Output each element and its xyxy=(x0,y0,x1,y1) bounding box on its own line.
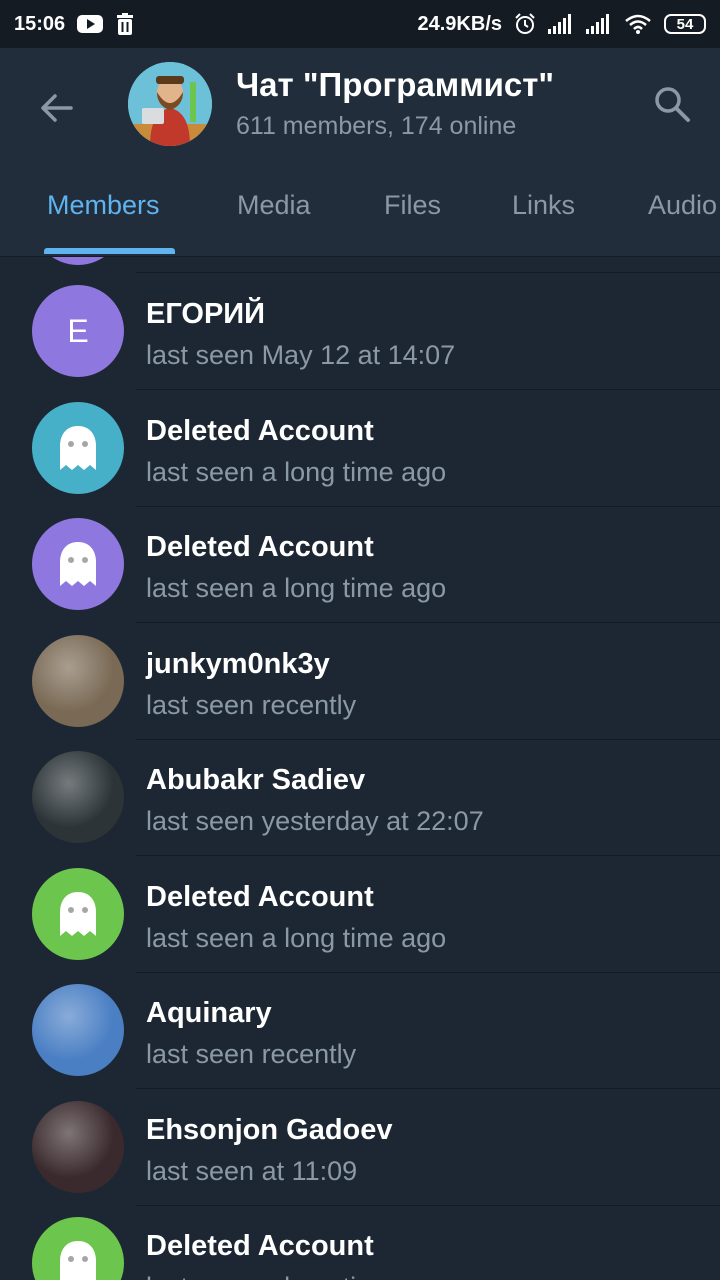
tab-audio[interactable]: Audio xyxy=(648,190,717,221)
search-button[interactable] xyxy=(648,80,696,128)
avatar xyxy=(32,1100,124,1193)
member-name: junkym0nk3y xyxy=(146,647,330,680)
member-name: Ehsonjon Gadoev xyxy=(146,1113,393,1146)
member-name: Deleted Account xyxy=(146,1230,374,1262)
tab-bar: Members Media Files Links Audio xyxy=(0,174,720,256)
tab-links[interactable]: Links xyxy=(512,190,575,221)
member-last-seen: last seen May 12 at 14:07 xyxy=(146,340,456,370)
member-last-seen: last seen a long time ago xyxy=(146,922,447,953)
tab-files[interactable]: Files xyxy=(384,190,441,221)
search-icon xyxy=(655,87,690,122)
avatar xyxy=(32,518,124,610)
list-item[interactable]: Deleted Account last seen a long time ago xyxy=(0,1205,720,1280)
ghost-icon xyxy=(60,891,96,936)
arrow-left-icon xyxy=(41,94,73,122)
list-item[interactable]: Deleted Account last seen a long time ago xyxy=(0,506,720,622)
list-item[interactable]: E ЕГОРИЙ last seen May 12 at 14:07 xyxy=(0,273,720,389)
list-item[interactable]: Aquinary last seen recently xyxy=(0,972,720,1088)
member-list[interactable]: E ЕГОРИЙ last seen May 12 at 14:07 Deleted … xyxy=(0,257,720,1280)
avatar xyxy=(32,984,124,1076)
member-last-seen: last seen recently xyxy=(146,689,357,720)
network-speed: 24.9KB/s xyxy=(417,12,503,35)
member-last-seen: last seen recently xyxy=(146,1039,357,1069)
battery-indicator: 54 xyxy=(664,14,706,34)
member-name: Abubakr Sadiev xyxy=(146,764,366,796)
status-bar: 15:06 24.9KB/s 54 xyxy=(0,0,720,48)
member-name: Aquinary xyxy=(146,997,272,1029)
chat-header: Чат "Программист" 611 members, 174 onlin… xyxy=(0,48,720,257)
member-last-seen: last seen a long time ago xyxy=(146,1272,446,1280)
back-button[interactable] xyxy=(32,84,80,132)
list-item[interactable]: Deleted Account last seen a long time ago xyxy=(0,856,720,972)
member-last-seen: last seen at 11:09 xyxy=(146,1155,358,1186)
signal-icon xyxy=(586,14,612,34)
list-item[interactable]: junkym0nk3y last seen recently xyxy=(0,623,720,739)
member-name: Deleted Account xyxy=(146,531,374,563)
youtube-icon xyxy=(77,14,104,34)
tab-media[interactable]: Media xyxy=(237,190,311,221)
tab-members[interactable]: Members xyxy=(47,190,160,221)
member-last-seen: last seen a long time ago xyxy=(146,573,447,603)
chat-member-count: 611 members, 174 online xyxy=(236,112,517,140)
member-name: Deleted Account xyxy=(146,880,374,913)
trash-icon xyxy=(115,13,135,35)
avatar: E xyxy=(32,285,124,377)
ghost-icon xyxy=(60,542,96,586)
member-name: ЕГОРИЙ xyxy=(146,298,265,330)
avatar xyxy=(32,401,124,494)
avatar xyxy=(32,751,124,843)
active-tab-indicator xyxy=(44,248,175,254)
member-name: Deleted Account xyxy=(146,414,374,447)
ghost-icon xyxy=(60,1241,96,1280)
list-item[interactable]: Abubakr Sadiev last seen yesterday at 22:… xyxy=(0,739,720,855)
member-last-seen: last seen yesterday at 22:07 xyxy=(146,806,484,836)
chat-title: Чат "Программист" xyxy=(236,66,555,103)
avatar xyxy=(32,1217,124,1280)
list-item[interactable]: Deleted Account last seen a long time ago xyxy=(0,390,720,506)
avatar xyxy=(32,634,124,727)
signal-icon xyxy=(548,14,574,34)
avatar xyxy=(32,867,124,960)
avatar xyxy=(32,257,124,265)
list-item[interactable]: Ehsonjon Gadoev last seen at 11:09 xyxy=(0,1089,720,1205)
chat-avatar[interactable] xyxy=(128,62,212,146)
clock: 15:06 xyxy=(14,12,66,35)
avatar-initial: E xyxy=(67,312,89,349)
alarm-icon xyxy=(514,13,536,35)
member-last-seen: last seen a long time ago xyxy=(146,456,447,487)
ghost-icon xyxy=(60,425,96,470)
wifi-icon xyxy=(624,14,652,34)
